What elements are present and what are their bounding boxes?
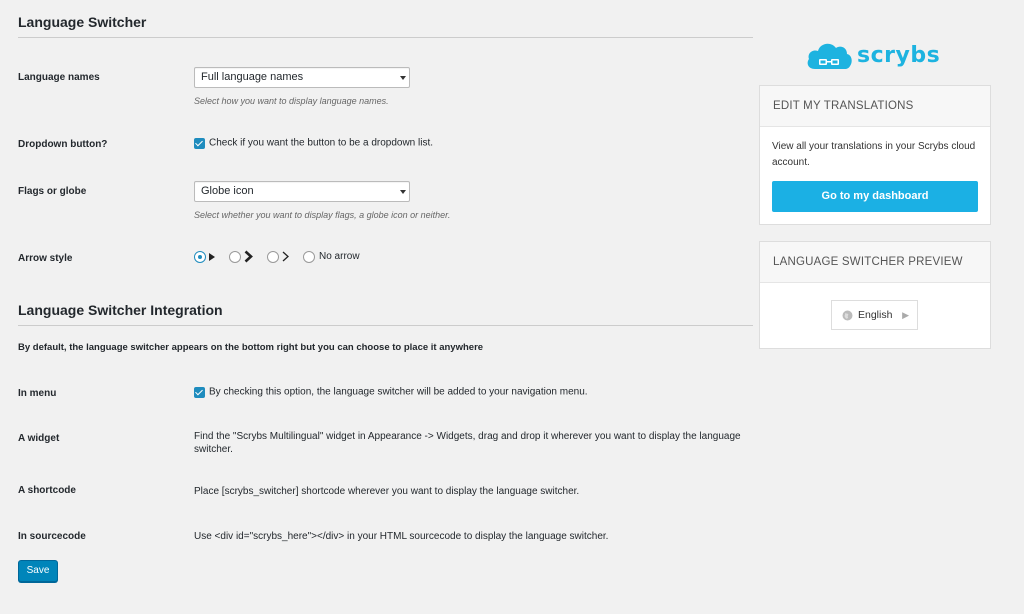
language-names-select[interactable]: Full language names (194, 67, 410, 88)
preview-language: English (858, 309, 893, 321)
language-names-label: Language names (18, 72, 100, 83)
edit-translations-content: View all your translations in your Scryb… (760, 127, 990, 224)
widget-label: A widget (18, 433, 60, 444)
sourcecode-label: In sourcecode (18, 531, 86, 542)
arrow-style-radio-thin[interactable] (267, 250, 279, 263)
switcher-preview-box: LANGUAGE SWITCHER PREVIEW English ▶ (759, 241, 991, 349)
arrow-style-radio-bold[interactable] (229, 250, 241, 263)
dropdown-button-field: Check if you want the button to be a dro… (194, 137, 433, 149)
arrow-style-options: No arrow (194, 250, 374, 263)
switcher-preview-title: LANGUAGE SWITCHER PREVIEW (760, 242, 990, 283)
small-triangle-arrow-icon (209, 252, 215, 261)
thin-chevron-arrow-icon (282, 251, 289, 262)
dropdown-button-checkbox[interactable] (194, 137, 205, 149)
arrow-style-option-bold[interactable] (229, 250, 253, 263)
language-names-description: Select how you want to display language … (194, 96, 389, 106)
flags-or-globe-field: Globe icon Select whether you want to di… (194, 181, 450, 220)
edit-translations-text: View all your translations in your Scryb… (772, 141, 976, 168)
flags-or-globe-value: Globe icon (201, 185, 254, 197)
language-names-field: Full language names Select how you want … (194, 67, 410, 106)
edit-translations-box: EDIT MY TRANSLATIONS View all your trans… (759, 85, 991, 225)
arrow-style-radio-none[interactable] (303, 250, 315, 263)
no-arrow-label: No arrow (319, 251, 360, 262)
globe-icon (842, 310, 853, 320)
section-title-language-switcher: Language Switcher (18, 14, 753, 38)
widget-text: Find the "Scrybs Multilingual" widget in… (194, 431, 741, 455)
bold-chevron-arrow-icon (244, 250, 253, 263)
sourcecode-text: Use <div id="scrybs_here"></div> in your… (194, 531, 609, 542)
arrow-style-radio-small[interactable] (194, 250, 206, 263)
scrybs-logo: scrybs (805, 38, 940, 72)
flags-or-globe-select[interactable]: Globe icon (194, 181, 410, 202)
language-switcher-preview[interactable]: English ▶ (831, 300, 918, 330)
dropdown-button-label: Dropdown button? (18, 139, 108, 150)
logo-text: scrybs (857, 42, 941, 68)
arrow-style-option-small[interactable] (194, 250, 215, 263)
go-to-dashboard-button[interactable]: Go to my dashboard (772, 181, 978, 212)
in-menu-text: By checking this option, the language sw… (209, 386, 588, 398)
shortcode-text: Place [scrybs_switcher] shortcode wherev… (194, 486, 580, 497)
in-menu-checkbox[interactable] (194, 386, 205, 398)
chevron-right-icon: ▶ (902, 310, 909, 320)
arrow-style-option-none[interactable]: No arrow (303, 250, 360, 263)
section-title-integration: Language Switcher Integration (18, 302, 753, 326)
integration-intro: By default, the language switcher appear… (18, 342, 484, 353)
in-menu-label: In menu (18, 388, 57, 399)
dropdown-button-text: Check if you want the button to be a dro… (209, 137, 434, 149)
arrow-style-label: Arrow style (18, 253, 73, 264)
scrybs-cloud-icon (807, 43, 852, 69)
arrow-style-option-thin[interactable] (267, 250, 289, 263)
flags-or-globe-label: Flags or globe (18, 186, 87, 197)
shortcode-label: A shortcode (18, 485, 76, 496)
language-names-value: Full language names (201, 71, 304, 83)
select-arrow-icon (400, 190, 406, 194)
in-menu-field: By checking this option, the language sw… (194, 386, 588, 398)
edit-translations-title: EDIT MY TRANSLATIONS (760, 86, 990, 127)
save-button[interactable]: Save (18, 560, 58, 582)
flags-or-globe-description: Select whether you want to display flags… (194, 210, 451, 220)
select-arrow-icon (400, 76, 406, 80)
